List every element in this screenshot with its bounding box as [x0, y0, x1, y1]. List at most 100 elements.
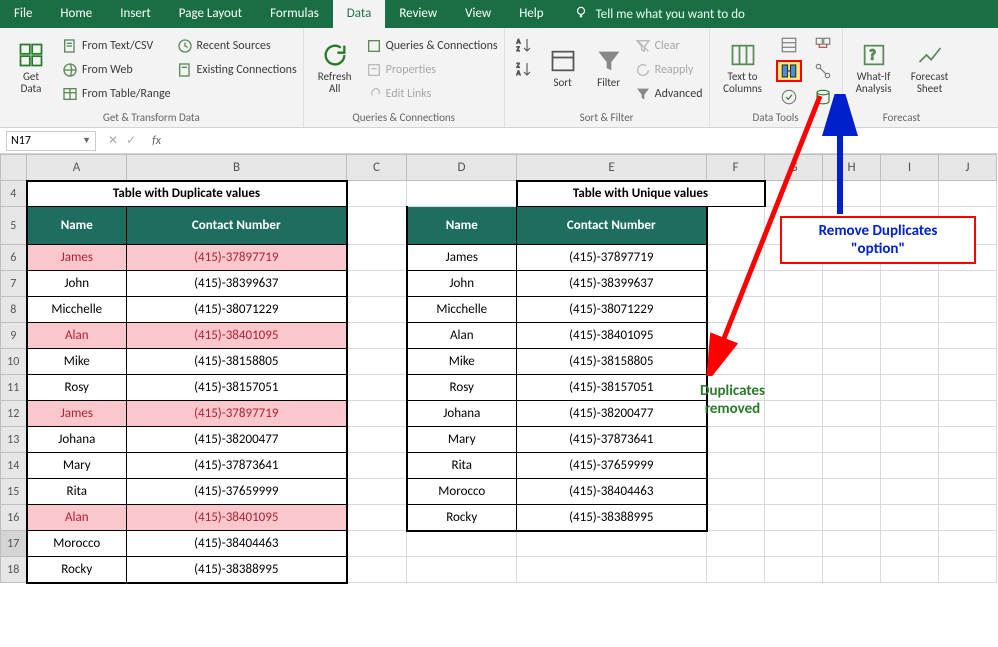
row-header-12[interactable]: 12	[1, 401, 27, 427]
cell-D10[interactable]: Mike	[407, 349, 517, 375]
cell-C17[interactable]	[347, 531, 407, 557]
cell-C11[interactable]	[347, 375, 407, 401]
tab-view[interactable]: View	[451, 0, 505, 28]
column-header-G[interactable]: G	[765, 155, 823, 181]
cell-H14[interactable]	[823, 453, 881, 479]
cell-C7[interactable]	[347, 271, 407, 297]
cell-E5[interactable]: Contact Number	[517, 207, 707, 245]
cell-J13[interactable]	[939, 427, 997, 453]
cell-B17[interactable]: (415)-38404463	[127, 531, 347, 557]
properties-button[interactable]: Properties	[366, 60, 498, 80]
cell-I11[interactable]	[881, 375, 939, 401]
cell-F18[interactable]	[707, 557, 765, 583]
get-data-button[interactable]: GetData	[6, 32, 56, 104]
tab-review[interactable]: Review	[385, 0, 451, 28]
cell-I12[interactable]	[881, 401, 939, 427]
cell-B13[interactable]: (415)-38200477	[127, 427, 347, 453]
column-header-H[interactable]: H	[823, 155, 881, 181]
cell-C12[interactable]	[347, 401, 407, 427]
cell-H13[interactable]	[823, 427, 881, 453]
cell-G17[interactable]	[765, 531, 823, 557]
row-header-9[interactable]: 9	[1, 323, 27, 349]
cell-B7[interactable]: (415)-38399637	[127, 271, 347, 297]
row-header-11[interactable]: 11	[1, 375, 27, 401]
cell-G8[interactable]	[765, 297, 823, 323]
cell-E18[interactable]	[517, 557, 707, 583]
cell-H8[interactable]	[823, 297, 881, 323]
flash-fill-button[interactable]	[776, 34, 802, 56]
cell-E6[interactable]: (415)-37897719	[517, 245, 707, 271]
refresh-all-button[interactable]: RefreshAll	[310, 32, 360, 104]
cell-G4[interactable]	[765, 181, 823, 207]
cell-A10[interactable]: Mike	[27, 349, 127, 375]
cell-E14[interactable]: (415)-37659999	[517, 453, 707, 479]
cell-D8[interactable]: Micchelle	[407, 297, 517, 323]
from-web-button[interactable]: From Web	[62, 60, 171, 80]
cell-D5[interactable]: Name	[407, 207, 517, 245]
cell-F13[interactable]	[707, 427, 765, 453]
cell-C18[interactable]	[347, 557, 407, 583]
cell-B8[interactable]: (415)-38071229	[127, 297, 347, 323]
cell-F7[interactable]	[707, 271, 765, 297]
cell-J11[interactable]	[939, 375, 997, 401]
cell-I15[interactable]	[881, 479, 939, 505]
cell-E11[interactable]: (415)-38157051	[517, 375, 707, 401]
cell-J15[interactable]	[939, 479, 997, 505]
cell-D16[interactable]: Rocky	[407, 505, 517, 531]
cell-B15[interactable]: (415)-37659999	[127, 479, 347, 505]
cell-B6[interactable]: (415)-37897719	[127, 245, 347, 271]
cell-G10[interactable]	[765, 349, 823, 375]
tab-formulas[interactable]: Formulas	[256, 0, 333, 28]
cell-G11[interactable]	[765, 375, 823, 401]
cell-D17[interactable]	[407, 531, 517, 557]
cell-A9[interactable]: Alan	[27, 323, 127, 349]
cell-E9[interactable]: (415)-38401095	[517, 323, 707, 349]
enter-formula-icon[interactable]: ✓	[126, 133, 136, 148]
cell-B9[interactable]: (415)-38401095	[127, 323, 347, 349]
cell-B14[interactable]: (415)-37873641	[127, 453, 347, 479]
cell-A8[interactable]: Micchelle	[27, 297, 127, 323]
cell-D9[interactable]: Alan	[407, 323, 517, 349]
cell-A14[interactable]: Mary	[27, 453, 127, 479]
cell-E15[interactable]: (415)-38404463	[517, 479, 707, 505]
column-header-E[interactable]: E	[517, 155, 707, 181]
queries-connections-button[interactable]: Queries & Connections	[366, 36, 498, 56]
cell-J4[interactable]	[939, 181, 997, 207]
remove-duplicates-button[interactable]	[776, 60, 802, 82]
cell-H4[interactable]	[823, 181, 881, 207]
cell-I17[interactable]	[881, 531, 939, 557]
text-to-columns-button[interactable]: Text toColumns	[716, 32, 770, 104]
cell-C15[interactable]	[347, 479, 407, 505]
cell-H7[interactable]	[823, 271, 881, 297]
cell-I4[interactable]	[881, 181, 939, 207]
formula-input[interactable]	[167, 131, 998, 151]
cell-A4[interactable]: Table with Duplicate values	[27, 181, 347, 207]
cell-E13[interactable]: (415)-37873641	[517, 427, 707, 453]
cell-J9[interactable]	[939, 323, 997, 349]
cancel-formula-icon[interactable]: ✕	[108, 133, 118, 148]
cell-H17[interactable]	[823, 531, 881, 557]
tab-help[interactable]: Help	[505, 0, 557, 28]
cell-J17[interactable]	[939, 531, 997, 557]
cell-E7[interactable]: (415)-38399637	[517, 271, 707, 297]
row-header-4[interactable]: 4	[1, 181, 27, 207]
cell-J12[interactable]	[939, 401, 997, 427]
cell-B5[interactable]: Contact Number	[127, 207, 347, 245]
sort-button[interactable]: Sort	[543, 32, 583, 104]
filter-button[interactable]: Filter	[589, 32, 629, 104]
row-header-5[interactable]: 5	[1, 207, 27, 245]
cell-C14[interactable]	[347, 453, 407, 479]
cell-E10[interactable]: (415)-38158805	[517, 349, 707, 375]
row-header-15[interactable]: 15	[1, 479, 27, 505]
cell-G12[interactable]	[765, 401, 823, 427]
cell-H11[interactable]	[823, 375, 881, 401]
from-text-csv-button[interactable]: From Text/CSV	[62, 36, 171, 56]
edit-links-button[interactable]: Edit Links	[366, 84, 498, 104]
cell-J14[interactable]	[939, 453, 997, 479]
cell-E17[interactable]	[517, 531, 707, 557]
tab-data[interactable]: Data	[333, 0, 386, 28]
cell-I9[interactable]	[881, 323, 939, 349]
cell-D13[interactable]: Mary	[407, 427, 517, 453]
forecast-sheet-button[interactable]: ForecastSheet	[905, 32, 955, 104]
cell-C16[interactable]	[347, 505, 407, 531]
